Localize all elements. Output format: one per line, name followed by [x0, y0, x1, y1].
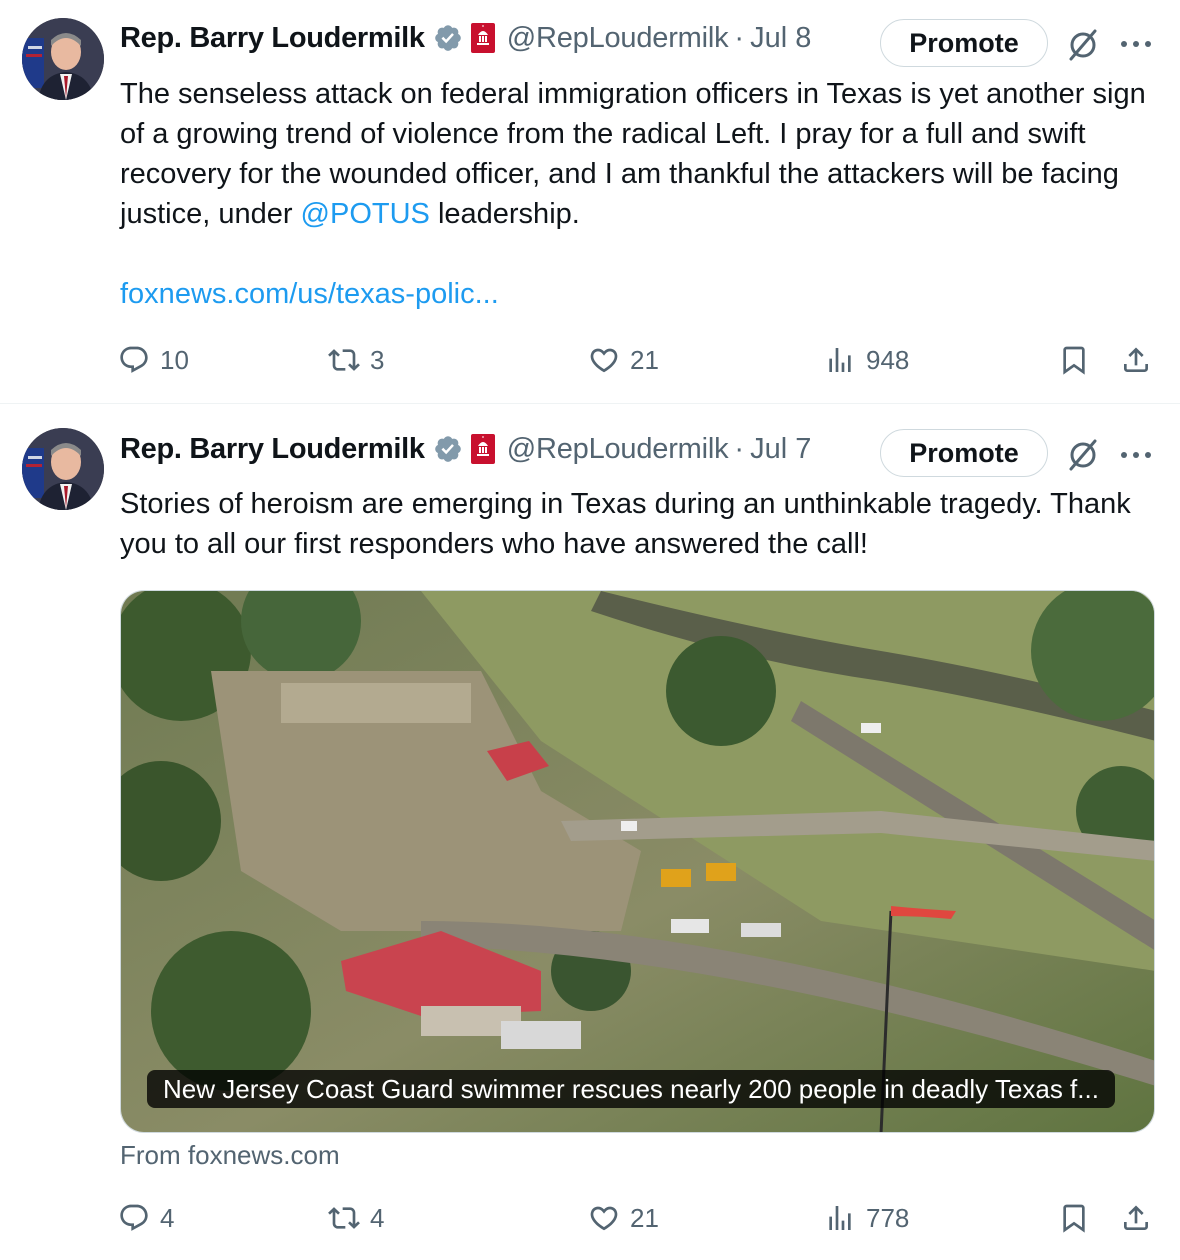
tweet-actions: 4 4 21 778: [118, 1198, 1160, 1238]
retweet-button[interactable]: 3: [328, 340, 384, 380]
bookmark-button[interactable]: [1058, 1198, 1090, 1238]
tweet[interactable]: Rep. Barry Loudermilk @RepLoudermilk · J…: [0, 0, 1180, 404]
verified-badge-icon[interactable]: [433, 23, 463, 53]
like-button[interactable]: 21: [588, 1198, 659, 1238]
share-icon: [1124, 1205, 1148, 1230]
author-handle[interactable]: @RepLoudermilk: [507, 433, 729, 466]
views-count: 948: [866, 344, 910, 375]
retweet-icon: [328, 349, 360, 371]
card-source[interactable]: From foxnews.com: [120, 1140, 340, 1171]
tweet[interactable]: Rep. Barry Loudermilk @RepLoudermilk · J…: [0, 405, 1180, 1260]
article-image: [121, 591, 1154, 1132]
avatar-photo: [22, 428, 104, 510]
reply-icon: [120, 346, 148, 373]
retweet-button[interactable]: 4: [328, 1198, 384, 1238]
government-badge-icon[interactable]: [470, 434, 495, 464]
views-button[interactable]: 778: [824, 1198, 909, 1238]
grok-icon[interactable]: [1064, 26, 1102, 64]
heart-icon: [590, 1206, 618, 1231]
like-count: 21: [630, 344, 659, 375]
tweet-actions: 10 3 21 948: [118, 340, 1160, 380]
avatar[interactable]: [22, 18, 104, 100]
tweet-text-part: The senseless attack on federal immigrat…: [120, 78, 1146, 230]
share-button[interactable]: [1120, 340, 1152, 380]
bookmark-icon: [1063, 1204, 1085, 1233]
promote-button[interactable]: Promote: [880, 19, 1048, 67]
views-count: 778: [866, 1202, 910, 1233]
more-options-icon[interactable]: [1116, 34, 1156, 54]
separator: ·: [734, 21, 745, 54]
bookmark-icon: [1063, 346, 1085, 375]
retweet-icon: [328, 1207, 360, 1229]
mention-link[interactable]: @POTUS: [301, 198, 430, 230]
tweet-text: The senseless attack on federal immigrat…: [120, 74, 1154, 234]
avatar[interactable]: [22, 428, 104, 510]
like-count: 21: [630, 1202, 659, 1233]
more-options-icon[interactable]: [1116, 445, 1156, 465]
separator: ·: [734, 432, 745, 465]
author-name[interactable]: Rep. Barry Loudermilk: [120, 22, 425, 55]
tweet-text: Stories of heroism are emerging in Texas…: [120, 488, 1131, 560]
tweet-text-part: leadership.: [429, 198, 580, 230]
link-preview-card[interactable]: New Jersey Coast Guard swimmer rescues n…: [120, 590, 1155, 1133]
reply-button[interactable]: 4: [118, 1198, 174, 1238]
reply-count: 4: [160, 1202, 175, 1233]
views-chart-icon: [829, 348, 851, 372]
reply-button[interactable]: 10: [118, 340, 189, 380]
verified-badge-icon[interactable]: [433, 434, 463, 464]
share-button[interactable]: [1120, 1198, 1152, 1238]
reply-count: 10: [160, 344, 189, 375]
share-icon: [1124, 347, 1148, 372]
views-chart-icon: [829, 1206, 851, 1230]
government-badge-icon[interactable]: [470, 23, 495, 53]
views-button[interactable]: 948: [824, 340, 909, 380]
retweet-count: 4: [370, 1202, 385, 1233]
author-name[interactable]: Rep. Barry Loudermilk: [120, 433, 425, 466]
like-button[interactable]: 21: [588, 340, 659, 380]
heart-icon: [590, 348, 618, 373]
card-caption: New Jersey Coast Guard swimmer rescues n…: [147, 1070, 1115, 1108]
tweet-date[interactable]: Jul 8: [750, 22, 811, 55]
grok-icon[interactable]: [1064, 436, 1102, 474]
retweet-count: 3: [370, 344, 385, 375]
article-link[interactable]: foxnews.com/us/texas-polic...: [120, 274, 499, 314]
author-handle[interactable]: @RepLoudermilk: [507, 22, 729, 55]
tweet-date[interactable]: Jul 7: [750, 433, 811, 466]
reply-icon: [120, 1204, 148, 1231]
bookmark-button[interactable]: [1058, 340, 1090, 380]
promote-button[interactable]: Promote: [880, 429, 1048, 477]
avatar-photo: [22, 18, 104, 100]
